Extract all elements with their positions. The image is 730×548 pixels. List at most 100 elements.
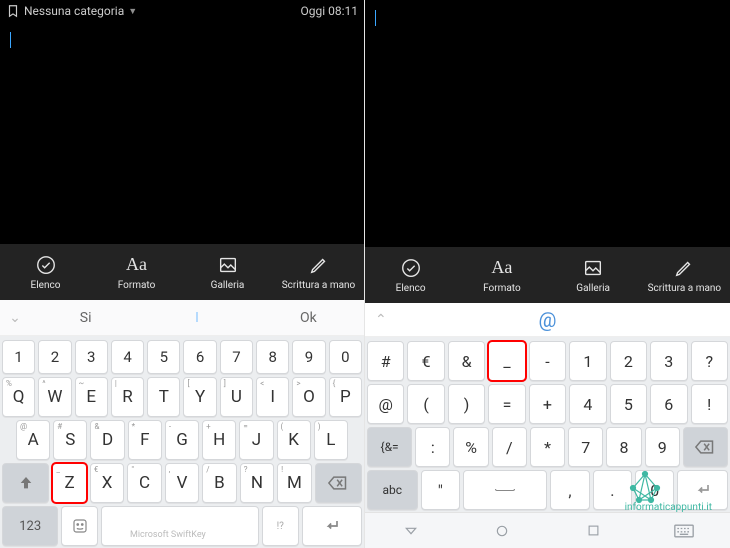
note-editor[interactable] [0, 22, 364, 244]
key-2[interactable]: 2 [610, 341, 647, 381]
key-"[interactable]: " [421, 470, 460, 510]
key-+[interactable]: + [529, 384, 566, 424]
key-m[interactable]: !M [277, 463, 311, 503]
key-€[interactable]: € [407, 341, 444, 381]
key-h[interactable]: +H [202, 420, 236, 460]
key-4[interactable]: 4 [569, 384, 606, 424]
key-([interactable]: ( [407, 384, 444, 424]
key-8[interactable]: 8 [256, 340, 289, 374]
key-v[interactable]: ,V [165, 463, 199, 503]
key-t[interactable]: T [147, 377, 180, 417]
key-=[interactable]: = [488, 384, 525, 424]
key-j[interactable]: =J [239, 420, 273, 460]
nav-home[interactable] [491, 520, 513, 542]
chevron-down-icon[interactable]: ⌄ [0, 310, 30, 326]
key-7[interactable]: 7 [568, 427, 603, 467]
enter-icon [322, 516, 342, 536]
chevron-collapse-icon[interactable]: ⌃ [375, 312, 387, 328]
tool-formato[interactable]: Aa Formato [456, 247, 547, 303]
key--[interactable]: - [529, 341, 566, 381]
key-x[interactable]: €X [90, 463, 124, 503]
backspace-key[interactable] [683, 427, 728, 467]
key-3[interactable]: 3 [75, 340, 108, 374]
tool-scrittura[interactable]: Scrittura a mano [273, 244, 364, 300]
mode-123-key[interactable]: 123 [2, 506, 58, 546]
enter-key[interactable] [302, 506, 362, 546]
tool-elenco[interactable]: Elenco [0, 244, 91, 300]
key-o[interactable]: >O [292, 377, 325, 417]
emoji-key[interactable] [61, 506, 98, 546]
suggestion-center[interactable]: I [141, 310, 252, 326]
tool-galleria[interactable]: Galleria [182, 244, 273, 300]
key-_[interactable]: _ [488, 341, 525, 381]
suggestion-right[interactable]: Ok [253, 310, 364, 326]
tool-formato[interactable]: Aa Formato [91, 244, 182, 300]
key-5[interactable]: 5 [147, 340, 180, 374]
key-f[interactable]: *F [128, 420, 162, 460]
key-@[interactable]: @ [367, 384, 404, 424]
key-4[interactable]: 4 [111, 340, 144, 374]
category-selector[interactable]: Nessuna categoria ▼ [6, 4, 137, 18]
key-3[interactable]: 3 [650, 341, 687, 381]
key-%[interactable]: % [453, 427, 488, 467]
backspace-key[interactable] [315, 463, 362, 503]
key-0[interactable]: 0 [329, 340, 362, 374]
key-n[interactable]: ?N [240, 463, 274, 503]
key-1[interactable]: 1 [569, 341, 606, 381]
nav-back[interactable] [400, 520, 422, 542]
key-6[interactable]: 6 [183, 340, 216, 374]
key-w[interactable]: ^W [38, 377, 71, 417]
key-)[interactable]: ) [448, 384, 485, 424]
key-2[interactable]: 2 [38, 340, 71, 374]
image-icon [582, 257, 604, 279]
key-u[interactable]: ]U [220, 377, 253, 417]
key-c[interactable]: "C [127, 463, 161, 503]
kb-row-numbers: 1234567890 [2, 340, 362, 374]
key-r[interactable]: |R [111, 377, 144, 417]
key-y[interactable]: [Y [183, 377, 216, 417]
nav-recent[interactable] [582, 520, 604, 542]
key-1[interactable]: 1 [2, 340, 35, 374]
key-7[interactable]: 7 [220, 340, 253, 374]
space-key[interactable] [463, 470, 547, 510]
note-editor[interactable] [365, 0, 730, 247]
key-e[interactable]: ~E [75, 377, 108, 417]
keyboard-brand: Microsoft SwiftKey [130, 530, 206, 540]
key-6[interactable]: 6 [650, 384, 687, 424]
key-i[interactable]: <I [256, 377, 289, 417]
key-/[interactable]: / [492, 427, 527, 467]
key-5[interactable]: 5 [610, 384, 647, 424]
suggestion-left[interactable]: Si [30, 310, 141, 326]
key-g[interactable]: -G [165, 420, 199, 460]
key-p[interactable]: {P [329, 377, 362, 417]
square-icon [586, 523, 601, 538]
key-q[interactable]: %Q [2, 377, 35, 417]
key-:[interactable]: : [415, 427, 450, 467]
more-symbols-key[interactable]: {&= [367, 427, 412, 467]
key-s[interactable]: #S [53, 420, 87, 460]
key-9[interactable]: 9 [645, 427, 680, 467]
key-9[interactable]: 9 [292, 340, 325, 374]
key-d[interactable]: &D [90, 420, 124, 460]
key-,[interactable]: , [550, 470, 589, 510]
key-*[interactable]: * [530, 427, 565, 467]
key-![interactable]: ! [691, 384, 728, 424]
key-k[interactable]: (K [277, 420, 311, 460]
key-b[interactable]: /B [202, 463, 236, 503]
timestamp: Oggi 08:11 [300, 4, 358, 18]
shift-key[interactable] [2, 463, 49, 503]
key-l[interactable]: )L [314, 420, 348, 460]
key-&[interactable]: & [448, 341, 485, 381]
key-8[interactable]: 8 [606, 427, 641, 467]
tool-galleria[interactable]: Galleria [548, 247, 639, 303]
key-z[interactable]: _Z [52, 463, 86, 503]
nav-keyboard[interactable] [673, 520, 695, 542]
settings-hint-key[interactable]: !? [262, 506, 299, 546]
key-a[interactable]: @A [16, 420, 50, 460]
abc-mode-key[interactable]: abc [367, 470, 418, 510]
key-?[interactable]: ? [691, 341, 728, 381]
key-#[interactable]: # [367, 341, 404, 381]
tool-elenco[interactable]: Elenco [365, 247, 456, 303]
tool-scrittura[interactable]: Scrittura a mano [639, 247, 730, 303]
space-key[interactable] [101, 506, 258, 546]
